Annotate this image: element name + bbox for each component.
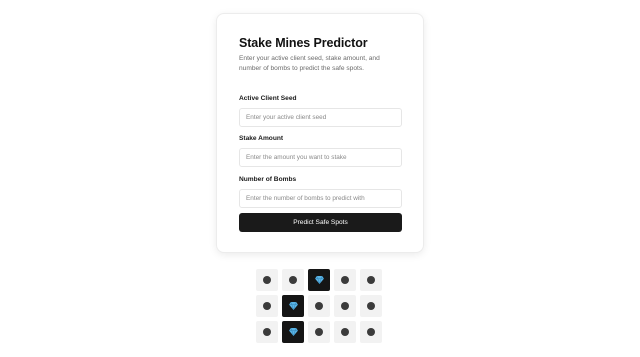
page: Stake Mines Predictor Enter your active …: [0, 0, 640, 357]
dot-icon: [263, 328, 271, 336]
dot-icon: [367, 328, 375, 336]
diamond-gem-icon: [288, 328, 298, 336]
dot-icon: [315, 328, 323, 336]
grid-tile-safe: [308, 269, 330, 291]
predict-button[interactable]: Predict Safe Spots: [239, 213, 402, 232]
dot-icon: [341, 302, 349, 310]
grid-tile-safe: [282, 295, 304, 317]
grid-tile: [334, 321, 356, 343]
grid-tile: [360, 295, 382, 317]
dot-icon: [315, 302, 323, 310]
grid-tile: [308, 295, 330, 317]
stake-amount-label: Stake Amount: [239, 135, 284, 142]
grid-tile: [256, 295, 278, 317]
stake-amount-input[interactable]: [239, 148, 402, 167]
dot-icon: [367, 276, 375, 284]
grid-tile: [256, 269, 278, 291]
client-seed-input[interactable]: [239, 108, 402, 127]
bombs-input[interactable]: [239, 189, 402, 208]
dot-icon: [263, 276, 271, 284]
grid-tile: [308, 321, 330, 343]
client-seed-field: Active Client Seed: [239, 94, 402, 127]
grid-tile: [282, 269, 304, 291]
client-seed-label: Active Client Seed: [239, 95, 297, 102]
predictor-card: Stake Mines Predictor Enter your active …: [216, 13, 424, 253]
page-title: Stake Mines Predictor: [239, 36, 368, 50]
mines-grid: [256, 269, 382, 343]
bombs-field: Number of Bombs: [239, 175, 402, 208]
dot-icon: [341, 276, 349, 284]
grid-tile: [256, 321, 278, 343]
diamond-gem-icon: [314, 276, 324, 284]
grid-tile-safe: [282, 321, 304, 343]
diamond-gem-icon: [288, 302, 298, 310]
page-subtitle: Enter your active client seed, stake amo…: [239, 55, 380, 72]
stake-amount-field: Stake Amount: [239, 134, 402, 167]
grid-tile: [334, 295, 356, 317]
dot-icon: [341, 328, 349, 336]
dot-icon: [289, 276, 297, 284]
dot-icon: [263, 302, 271, 310]
grid-tile: [360, 321, 382, 343]
dot-icon: [367, 302, 375, 310]
grid-tile: [334, 269, 356, 291]
bombs-label: Number of Bombs: [239, 176, 297, 183]
grid-tile: [360, 269, 382, 291]
